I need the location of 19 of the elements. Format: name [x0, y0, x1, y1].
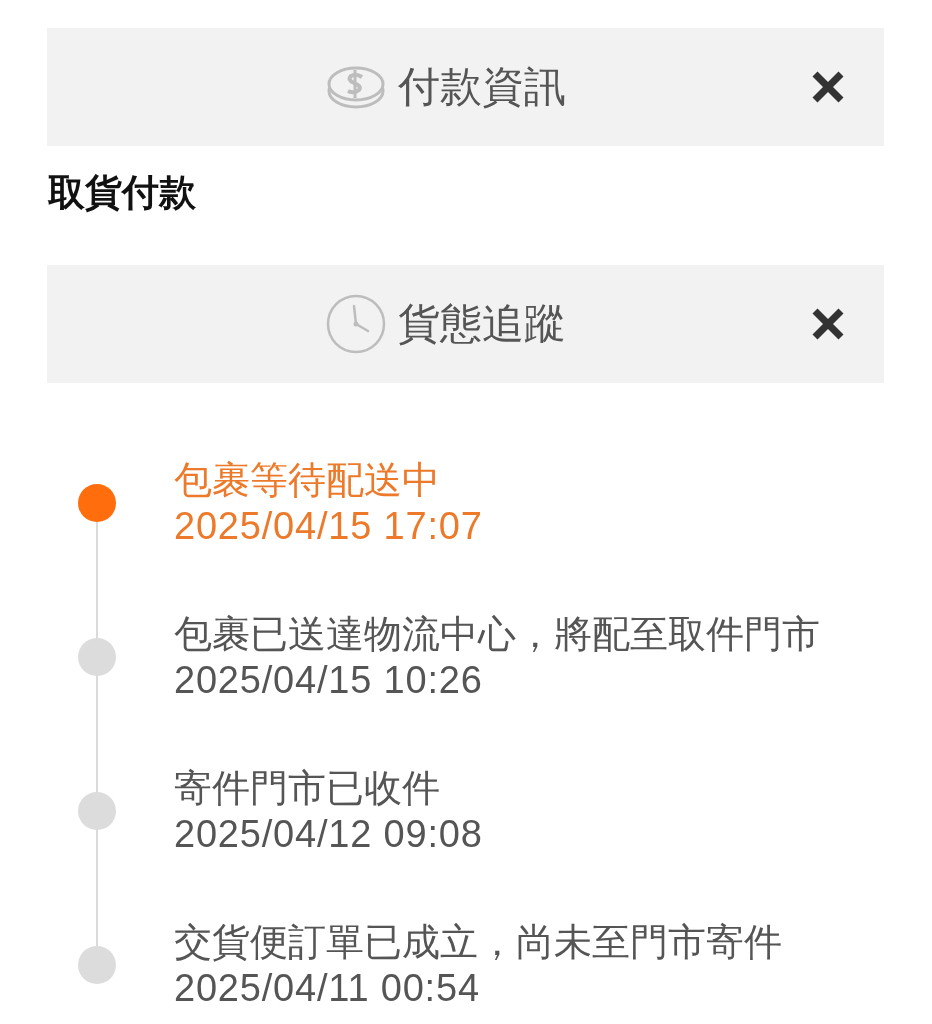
event-time: 2025/04/15 10:26 [174, 658, 483, 703]
panel-title: 貨態追蹤 [398, 299, 566, 349]
close-icon [811, 307, 845, 341]
event-status: 包裹等待配送中 [174, 458, 440, 503]
event-time: 2025/04/15 17:07 [174, 504, 483, 549]
event-status: 包裹已送達物流中心，將配至取件門市 [174, 612, 820, 657]
close-button[interactable] [811, 70, 845, 104]
panel-header[interactable]: 貨態追蹤 [47, 265, 884, 383]
event-status: 交貨便訂單已成立，尚未至門市寄件 [174, 920, 782, 965]
clock-icon [326, 294, 386, 354]
panel-header[interactable]: 付款資訊 [47, 28, 884, 146]
close-button[interactable] [811, 307, 845, 341]
payment-method: 取貨付款 [48, 173, 196, 213]
event-status: 寄件門市已收件 [174, 766, 440, 811]
coin-icon [326, 64, 386, 110]
close-icon [811, 70, 845, 104]
panel-title: 付款資訊 [398, 62, 566, 112]
event-time: 2025/04/12 09:08 [174, 812, 483, 857]
event-time: 2025/04/11 00:54 [174, 966, 480, 1011]
